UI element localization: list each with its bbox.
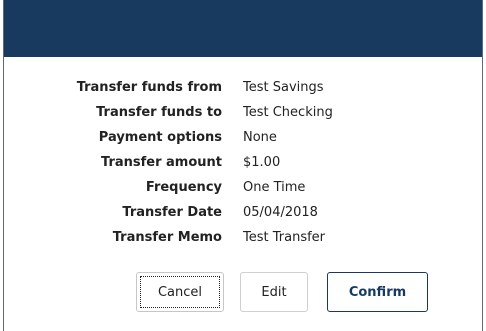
detail-value: Test Transfer bbox=[243, 230, 326, 245]
dialog-header bbox=[4, 0, 482, 57]
detail-value: 05/04/2018 bbox=[243, 205, 318, 220]
detail-row-frequency: Frequency One Time bbox=[4, 177, 482, 199]
detail-row-date: Transfer Date 05/04/2018 bbox=[4, 202, 482, 224]
detail-label: Transfer Date bbox=[122, 205, 222, 220]
detail-label: Transfer Memo bbox=[112, 230, 222, 245]
detail-label: Transfer amount bbox=[101, 155, 222, 170]
detail-row-to: Transfer funds to Test Checking bbox=[4, 102, 482, 124]
detail-row-amount: Transfer amount $1.00 bbox=[4, 152, 482, 174]
dialog-actions: Cancel Edit Confirm bbox=[4, 272, 482, 312]
detail-value: Test Savings bbox=[243, 80, 324, 95]
transfer-confirmation-dialog: Transfer funds from Test Savings Transfe… bbox=[3, 0, 483, 331]
edit-button[interactable]: Edit bbox=[240, 272, 308, 312]
detail-label: Payment options bbox=[98, 130, 222, 145]
cancel-button-label: Cancel bbox=[157, 284, 203, 300]
edit-button-label: Edit bbox=[261, 284, 287, 300]
detail-label: Frequency bbox=[145, 180, 222, 195]
detail-label: Transfer funds to bbox=[96, 105, 222, 120]
detail-value: None bbox=[243, 130, 277, 145]
detail-value: One Time bbox=[243, 180, 306, 195]
detail-value: Test Checking bbox=[243, 105, 333, 120]
detail-row-payment-options: Payment options None bbox=[4, 127, 482, 149]
detail-row-memo: Transfer Memo Test Transfer bbox=[4, 227, 482, 249]
detail-label: Transfer funds from bbox=[76, 80, 222, 95]
detail-value: $1.00 bbox=[243, 155, 281, 170]
confirm-button-label: Confirm bbox=[348, 284, 407, 300]
cancel-button[interactable]: Cancel bbox=[136, 272, 224, 312]
detail-row-from: Transfer funds from Test Savings bbox=[4, 77, 482, 99]
dialog-body: Transfer funds from Test Savings Transfe… bbox=[4, 57, 482, 331]
confirm-button[interactable]: Confirm bbox=[327, 272, 428, 312]
